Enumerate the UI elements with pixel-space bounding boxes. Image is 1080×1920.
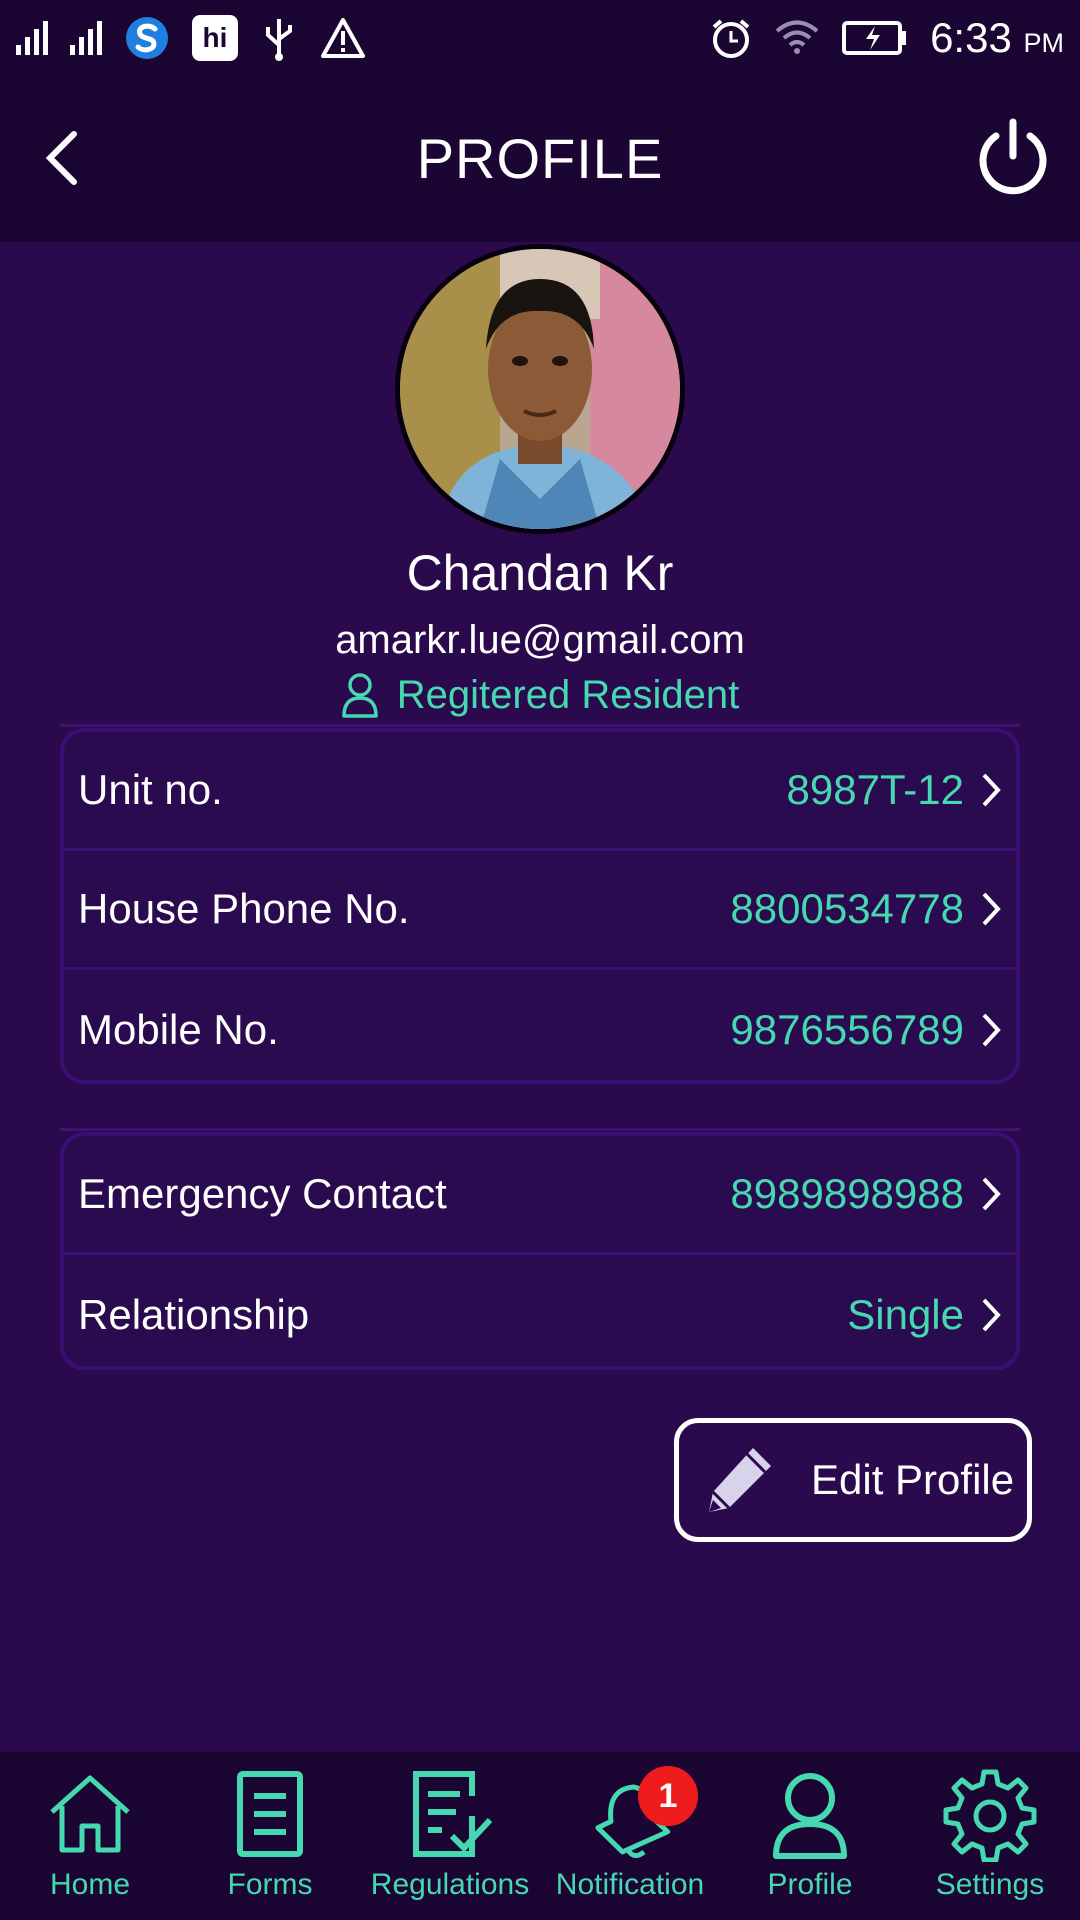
house-phone-row[interactable]: House Phone No. 8800534778 [64, 851, 1016, 970]
nav-label: Settings [935, 1868, 1045, 1901]
resident-status-label: Regitered Resident [396, 672, 740, 717]
forms-icon [237, 1771, 303, 1857]
details-card: Unit no. 8987T-12 House Phone No. 880053… [60, 728, 1020, 1084]
profile-screen: hi 6:33 PM PROFILE Chandan Kr amarkr.lue… [0, 0, 1080, 1920]
row-label: Relationship [78, 1290, 310, 1338]
row-value: Single [847, 1290, 964, 1338]
app-header: PROFILE [0, 76, 1080, 242]
bottom-nav: Home Forms Regulations 1 Notification Pr… [0, 1752, 1080, 1920]
wifi-icon [775, 20, 819, 54]
row-value: 8989898988 [730, 1170, 964, 1217]
power-button[interactable] [974, 114, 1052, 200]
resident-status: Regitered Resident [0, 672, 1080, 718]
nav-label: Regulations [370, 1868, 530, 1901]
notification-badge: 1 [638, 1766, 698, 1826]
battery-icon [842, 21, 907, 55]
gear-icon [943, 1769, 1037, 1862]
chevron-right-icon [982, 1177, 1001, 1211]
pencil-icon [709, 1448, 771, 1512]
chevron-right-icon [982, 1298, 1001, 1331]
unit-no-row[interactable]: Unit no. 8987T-12 [64, 732, 1016, 851]
nav-label: Home [49, 1868, 131, 1901]
chevron-right-icon [982, 1013, 1001, 1046]
mobile-no-row[interactable]: Mobile No. 9876556789 [64, 970, 1016, 1089]
hi-app-icon: hi [192, 15, 238, 61]
person-icon [773, 1773, 847, 1859]
divider [60, 1128, 1020, 1131]
relationship-row[interactable]: Relationship Single [64, 1255, 1016, 1374]
clock: 6:33 PM [930, 14, 1064, 61]
user-name: Chandan Kr [406, 545, 674, 601]
nav-label: Notification [555, 1868, 705, 1901]
nav-regulations[interactable]: Regulations [360, 1752, 540, 1920]
signal-2-icon [70, 21, 102, 55]
nav-profile[interactable]: Profile [720, 1752, 900, 1920]
signal-1-icon [16, 21, 48, 55]
regulations-icon [413, 1771, 493, 1857]
row-label: Unit no. [78, 766, 223, 813]
nav-label: Profile [767, 1868, 853, 1901]
chevron-right-icon [982, 892, 1001, 926]
edit-profile-button[interactable]: Edit Profile [674, 1418, 1032, 1542]
row-label: House Phone No. [78, 885, 410, 932]
nav-home[interactable]: Home [0, 1752, 180, 1920]
row-value: 9876556789 [730, 1005, 964, 1053]
nav-notification[interactable]: 1 Notification [540, 1752, 720, 1920]
emergency-contact-row[interactable]: Emergency Contact 8989898988 [64, 1136, 1016, 1255]
home-icon [50, 1775, 130, 1853]
row-label: Mobile No. [78, 1005, 279, 1053]
chevron-right-icon [982, 773, 1001, 807]
edit-profile-label: Edit Profile [811, 1456, 1015, 1503]
emergency-card: Emergency Contact 8989898988 Relationshi… [60, 1132, 1020, 1370]
status-bar: hi 6:33 PM [0, 0, 1080, 76]
nav-label: Forms [227, 1868, 313, 1901]
nav-settings[interactable]: Settings [900, 1752, 1080, 1920]
alarm-icon [712, 19, 750, 58]
user-email: amarkr.lue@gmail.com [335, 618, 745, 662]
row-value: 8987T-12 [786, 766, 964, 813]
usb-icon [266, 19, 292, 61]
row-label: Emergency Contact [78, 1170, 447, 1217]
divider [60, 724, 1020, 727]
s-app-icon [126, 17, 168, 59]
nav-forms[interactable]: Forms [180, 1752, 360, 1920]
warning-icon [321, 18, 365, 58]
avatar[interactable] [395, 244, 685, 534]
avatar-photo [400, 249, 680, 529]
person-icon [342, 673, 378, 718]
row-value: 8800534778 [730, 885, 964, 932]
page-title: PROFILE [416, 127, 664, 190]
